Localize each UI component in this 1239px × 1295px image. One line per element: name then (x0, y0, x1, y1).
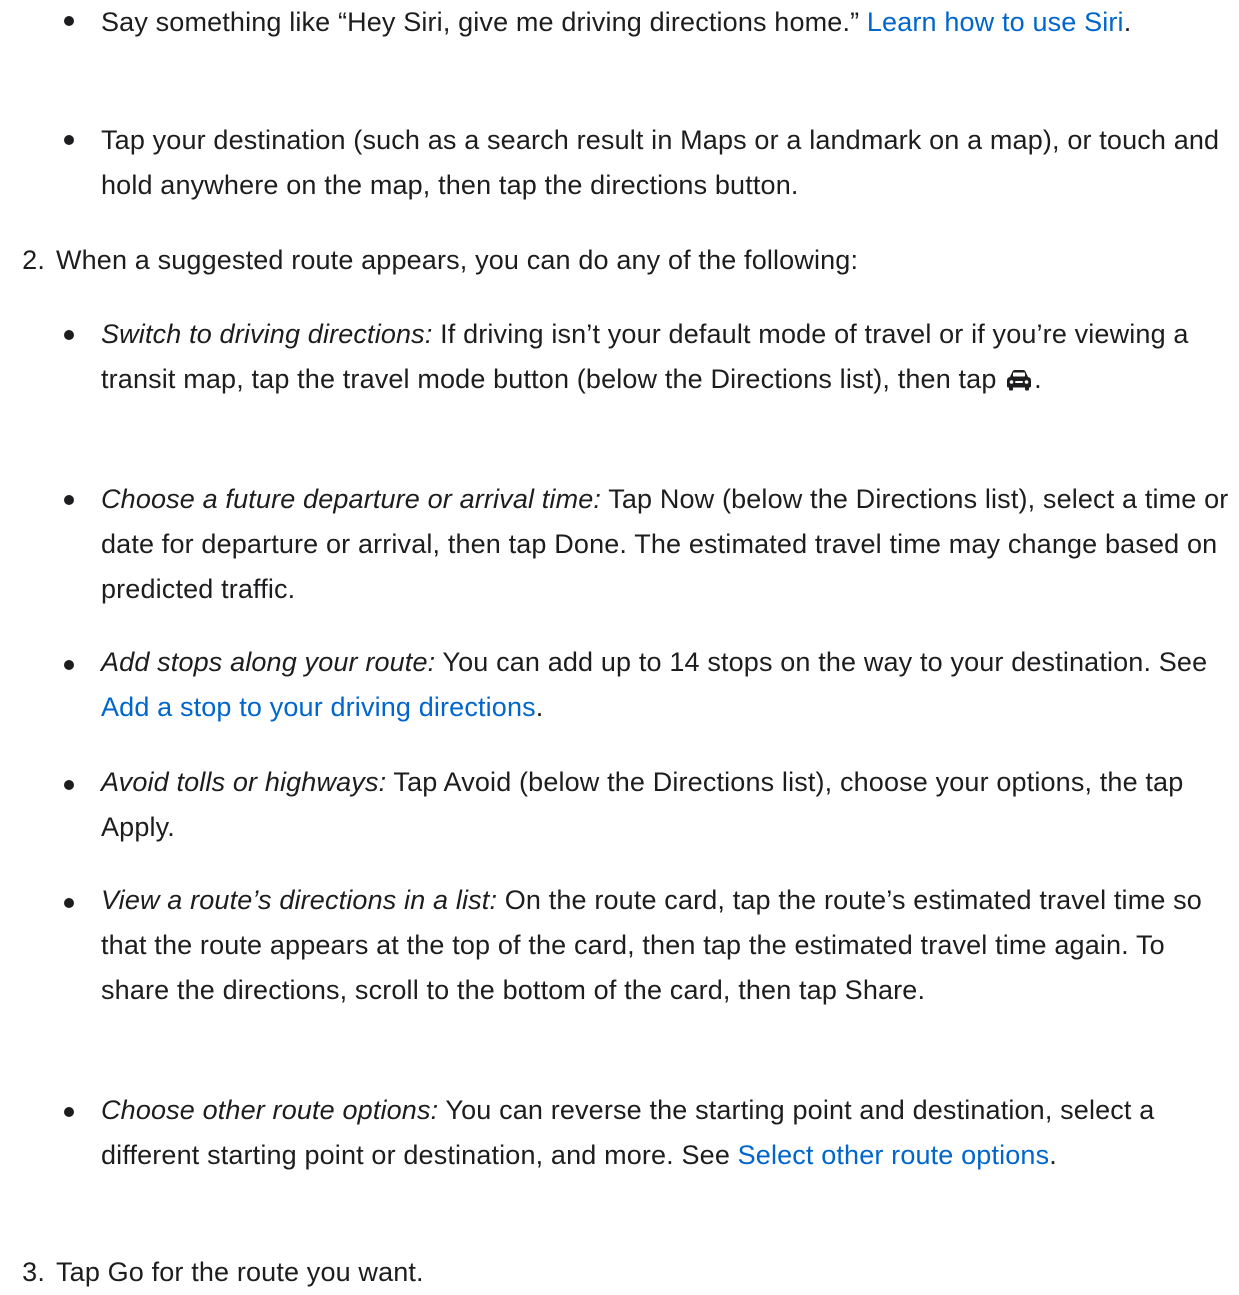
bullet-marker (64, 780, 74, 790)
item-term: Add stops along your route: (101, 647, 436, 677)
item-term: View a route’s directions in a list: (101, 885, 498, 915)
bullet-marker (64, 330, 74, 340)
list-item-text: You can add up to 14 stops on the way to… (435, 647, 1208, 677)
punctuation: . (1123, 7, 1132, 37)
punctuation: . (1049, 1140, 1057, 1170)
punctuation: . (1034, 364, 1042, 394)
list-number: 3. (22, 1257, 45, 1287)
item-term: Choose a future departure or arrival tim… (101, 484, 602, 514)
list-item-switch-driving: Switch to driving directions: If driving… (101, 312, 1231, 402)
item-term: Switch to driving directions: (101, 319, 433, 349)
bullet-marker (64, 135, 74, 145)
bullet-marker (64, 898, 74, 908)
car-icon (1004, 361, 1034, 391)
bullet-marker (64, 16, 74, 26)
list-item-text: Tap your destination (such as a search r… (101, 125, 1220, 200)
list-item-avoid: Avoid tolls or highways: Tap Avoid (belo… (101, 760, 1231, 850)
select-route-options-link[interactable]: Select other route options (738, 1140, 1050, 1170)
list-item-siri: Say something like “Hey Siri, give me dr… (101, 0, 1231, 45)
add-stop-link[interactable]: Add a stop to your driving directions (101, 692, 536, 722)
bullet-marker (64, 660, 74, 670)
punctuation: . (535, 692, 544, 722)
item-term: Choose other route options: (101, 1095, 439, 1125)
list-item-step-3: Tap Go for the route you want. (56, 1257, 424, 1287)
list-item-tap-destination: Tap your destination (such as a search r… (101, 118, 1231, 208)
learn-siri-link[interactable]: Learn how to use Siri (867, 7, 1124, 37)
bullet-marker (64, 1107, 74, 1117)
list-number: 2. (22, 245, 45, 275)
list-item-view-list: View a route’s directions in a list: On … (101, 878, 1231, 1013)
list-item-text: Say something like “Hey Siri, give me dr… (101, 7, 867, 37)
list-item-step-2: When a suggested route appears, you can … (56, 245, 859, 275)
bullet-marker (64, 495, 74, 505)
list-item-add-stops: Add stops along your route: You can add … (101, 640, 1231, 730)
list-item-other-options: Choose other route options: You can reve… (101, 1088, 1231, 1178)
list-item-future-time: Choose a future departure or arrival tim… (101, 477, 1231, 612)
item-term: Avoid tolls or highways: (101, 767, 387, 797)
